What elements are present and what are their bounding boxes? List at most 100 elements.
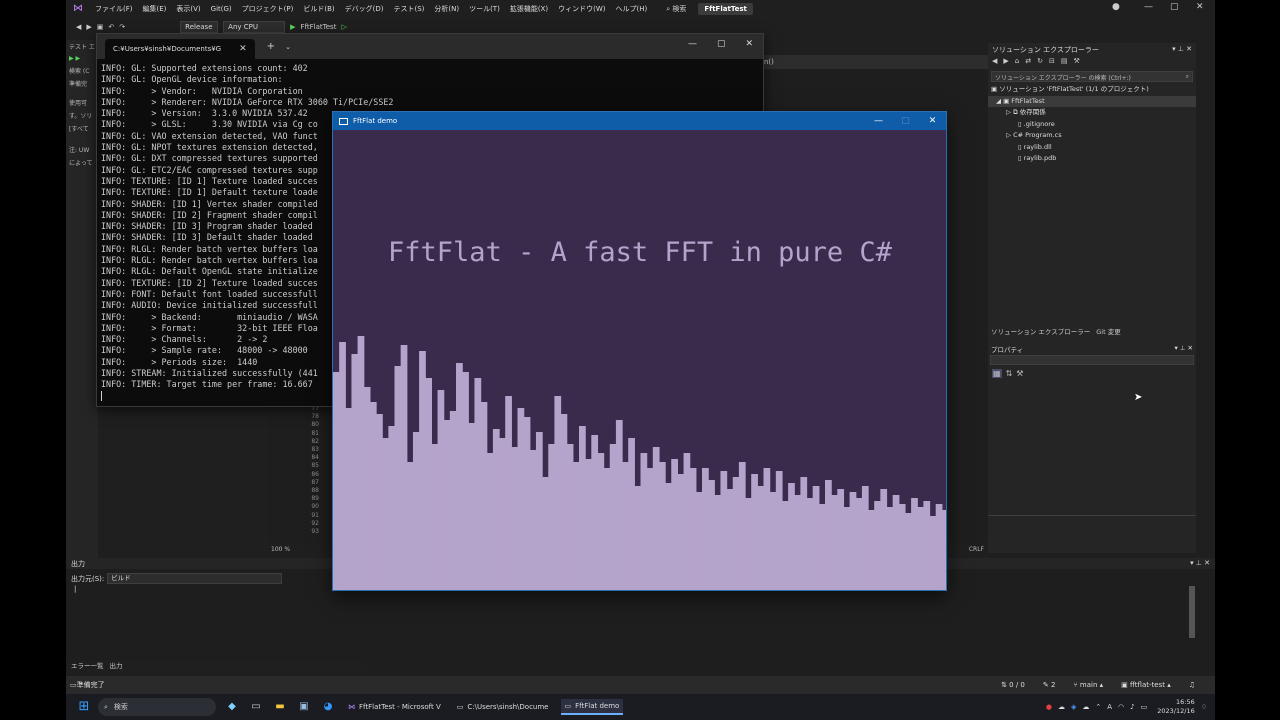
git-repo[interactable]: ▣ fftflat-test ▴ xyxy=(1121,681,1171,689)
spectrum-bar xyxy=(474,378,482,590)
clock[interactable]: 16:56 2023/12/16 xyxy=(1157,698,1194,716)
navigate-forward-icon[interactable]: ▶ xyxy=(86,23,91,31)
tab-close-icon[interactable]: ✕ xyxy=(239,44,247,54)
output-scrollbar[interactable] xyxy=(1189,586,1195,638)
zoom-level[interactable]: 100 % xyxy=(271,546,290,553)
menu-debug[interactable]: デバッグ(D) xyxy=(340,4,389,14)
menu-view[interactable]: 表示(V) xyxy=(171,4,205,14)
close-button[interactable]: ✕ xyxy=(919,112,946,130)
platform-select[interactable]: Any CPU xyxy=(223,21,286,33)
tab-dropdown-chevron-icon[interactable]: ⌄ xyxy=(285,43,291,51)
notifications-icon[interactable]: ♫ xyxy=(1189,681,1195,689)
redo-icon[interactable]: ↷ xyxy=(119,23,125,31)
task-view-icon[interactable]: ▭ xyxy=(248,699,264,715)
menu-window[interactable]: ウィンドウ(W) xyxy=(553,4,610,14)
undo-icon[interactable]: ↶ xyxy=(108,23,114,31)
taskbar-app-terminal[interactable]: ▭ C:\Users\sinsh\Docume xyxy=(453,700,553,714)
spectrum-bar xyxy=(499,438,506,590)
menu-git[interactable]: Git(G) xyxy=(206,5,237,13)
tree-item-label: .gitignore xyxy=(1023,119,1055,128)
start-without-debug-icon[interactable]: ▷ xyxy=(341,23,346,31)
run-tests-icon[interactable]: ▶ ▶ xyxy=(66,53,98,64)
tree-item-gitignore[interactable]: ▯ .gitignore xyxy=(988,119,1196,131)
record-icon[interactable]: ● xyxy=(1046,703,1052,711)
maximize-button[interactable]: ▢ xyxy=(717,39,726,49)
show-all-files-icon[interactable]: ▤ xyxy=(1061,57,1068,67)
tree-item-solution[interactable]: ▣ ソリューション 'FftFlatTest' (1/1 のプロジェクト) xyxy=(988,84,1196,96)
properties-object-select[interactable] xyxy=(990,355,1194,365)
navigate-back-icon[interactable]: ◀ xyxy=(76,23,81,31)
output-source-select[interactable]: ビルド xyxy=(107,573,283,584)
minimize-button[interactable]: — xyxy=(1144,2,1153,12)
battery-icon[interactable]: ▭ xyxy=(1141,703,1148,711)
spectrum-bar xyxy=(591,435,599,590)
menu-build[interactable]: ビルド(B) xyxy=(298,4,339,14)
start-debug-icon[interactable]: ▶ xyxy=(290,23,295,31)
copilot-icon[interactable]: ◆ xyxy=(224,699,240,715)
taskbar-app-fftflat[interactable]: ▭ FftFlat demo xyxy=(560,699,624,715)
tab-git-changes[interactable]: Git 変更 xyxy=(1096,326,1120,337)
menu-project[interactable]: プロジェクト(P) xyxy=(237,4,299,14)
account-icon[interactable]: ● xyxy=(1112,2,1120,12)
ime-icon[interactable]: A xyxy=(1107,703,1112,711)
tab-output[interactable]: 出力 xyxy=(110,660,123,672)
menu-edit[interactable]: 編集(E) xyxy=(138,4,172,14)
back-icon[interactable]: ◀ xyxy=(992,57,997,67)
edge-browser-icon[interactable]: ◕ xyxy=(320,699,336,715)
run-target-label[interactable]: FftFlatTest xyxy=(301,23,337,31)
pane-options-icon[interactable]: ▾ ⊥ ✕ xyxy=(1172,45,1192,53)
security-icon[interactable]: ◈ xyxy=(1071,703,1076,711)
minimize-button[interactable]: — xyxy=(865,112,892,130)
collapse-all-icon[interactable]: ⊟ xyxy=(1049,57,1055,67)
forward-icon[interactable]: ▶ xyxy=(1003,57,1008,67)
menu-test[interactable]: テスト(S) xyxy=(388,4,429,14)
line-counter[interactable]: ⇅ 0 / 0 xyxy=(1001,681,1025,689)
volume-icon[interactable]: ♪ xyxy=(1130,703,1134,711)
menu-file[interactable]: ファイル(F) xyxy=(90,4,138,14)
photos-icon[interactable]: ▣ xyxy=(296,699,312,715)
onedrive-icon[interactable]: ☁ xyxy=(1082,703,1089,711)
chevron-up-icon[interactable]: ⌃ xyxy=(1095,703,1101,711)
properties-wrench-icon[interactable]: ⚒ xyxy=(1073,57,1079,67)
taskbar-search[interactable]: ⌕ 検索 xyxy=(98,698,216,716)
solution-search-input[interactable]: ソリューション エクスプローラー の検索 (Ctrl+:) ⌕ xyxy=(991,71,1193,82)
menu-extensions[interactable]: 拡張機能(X) xyxy=(505,4,553,14)
notification-bell-icon[interactable]: ♢ xyxy=(1201,703,1207,711)
file-explorer-icon[interactable]: ▬ xyxy=(272,699,288,715)
tree-item-project[interactable]: ◢ ▣ FftFlatTest xyxy=(988,95,1196,107)
tab-solution-explorer[interactable]: ソリューション エクスプローラー xyxy=(991,326,1090,337)
property-pages-icon[interactable]: ⚒ xyxy=(1016,369,1023,378)
alphabetical-icon[interactable]: ⇅ xyxy=(1006,369,1013,378)
line-number: 80 xyxy=(311,421,319,429)
pane-options-icon[interactable]: ▾ ⊥ ✕ xyxy=(1174,344,1193,353)
pane-options-icon[interactable]: ▾ ⊥ ✕ xyxy=(1190,559,1210,568)
close-button[interactable]: ✕ xyxy=(1196,2,1204,12)
maximize-button[interactable]: ▢ xyxy=(1170,2,1179,12)
menu-analyze[interactable]: 分析(N) xyxy=(429,4,464,14)
save-icon[interactable]: ▣ xyxy=(97,23,104,31)
menu-help[interactable]: ヘルプ(H) xyxy=(610,4,652,14)
tree-item-program[interactable]: ▷ C# Program.cs xyxy=(988,130,1196,142)
minimize-button[interactable]: — xyxy=(688,39,697,49)
configuration-select[interactable]: Release xyxy=(180,21,219,33)
windows-start-icon[interactable]: ⊞ xyxy=(76,699,92,715)
line-ending[interactable]: CRLF xyxy=(969,546,984,553)
close-button[interactable]: ✕ xyxy=(745,39,753,49)
terminal-tab[interactable]: C:¥Users¥sinsh¥Documents¥G ✕ xyxy=(105,39,255,59)
vs-search-button[interactable]: ⌕ 検索 xyxy=(660,3,692,15)
wifi-icon[interactable]: ◠ xyxy=(1118,703,1124,711)
cloud-icon[interactable]: ☁ xyxy=(1058,703,1065,711)
refresh-icon[interactable]: ↻ xyxy=(1037,57,1043,67)
tab-error-list[interactable]: エラー一覧 xyxy=(71,660,104,672)
categorized-icon[interactable]: ▦ xyxy=(992,369,1002,378)
tree-item-raylib-dll[interactable]: ▯ raylib.dll xyxy=(988,142,1196,154)
tree-item-raylib-pdb[interactable]: ▯ raylib.pdb xyxy=(988,153,1196,165)
sync-icon[interactable]: ⇄ xyxy=(1025,57,1031,67)
pending-edits[interactable]: ✎ 2 xyxy=(1043,681,1056,689)
tree-item-dependencies[interactable]: ▷ ⧉ 依存関係 xyxy=(988,107,1196,119)
taskbar-app-visual-studio[interactable]: ⋈ FftFlatTest - Microsoft V xyxy=(344,700,445,714)
menu-tools[interactable]: ツール(T) xyxy=(464,4,505,14)
new-tab-icon[interactable]: + xyxy=(267,41,275,52)
home-icon[interactable]: ⌂ xyxy=(1015,57,1019,67)
git-branch[interactable]: ⑂ main ▴ xyxy=(1073,681,1103,689)
